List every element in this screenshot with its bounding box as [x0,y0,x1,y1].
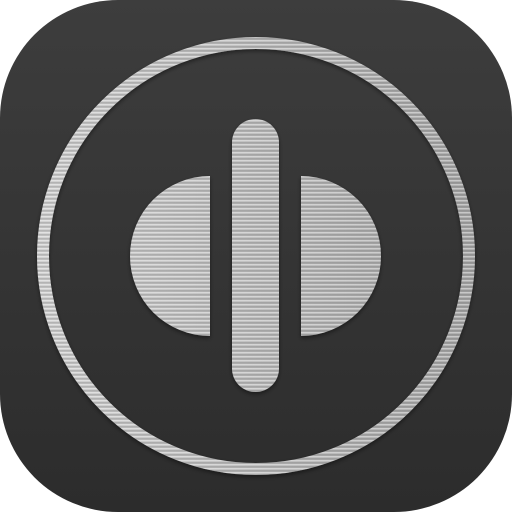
center-pill [232,119,279,392]
app-icon-graphic [0,0,512,512]
app-icon[interactable] [0,0,512,512]
